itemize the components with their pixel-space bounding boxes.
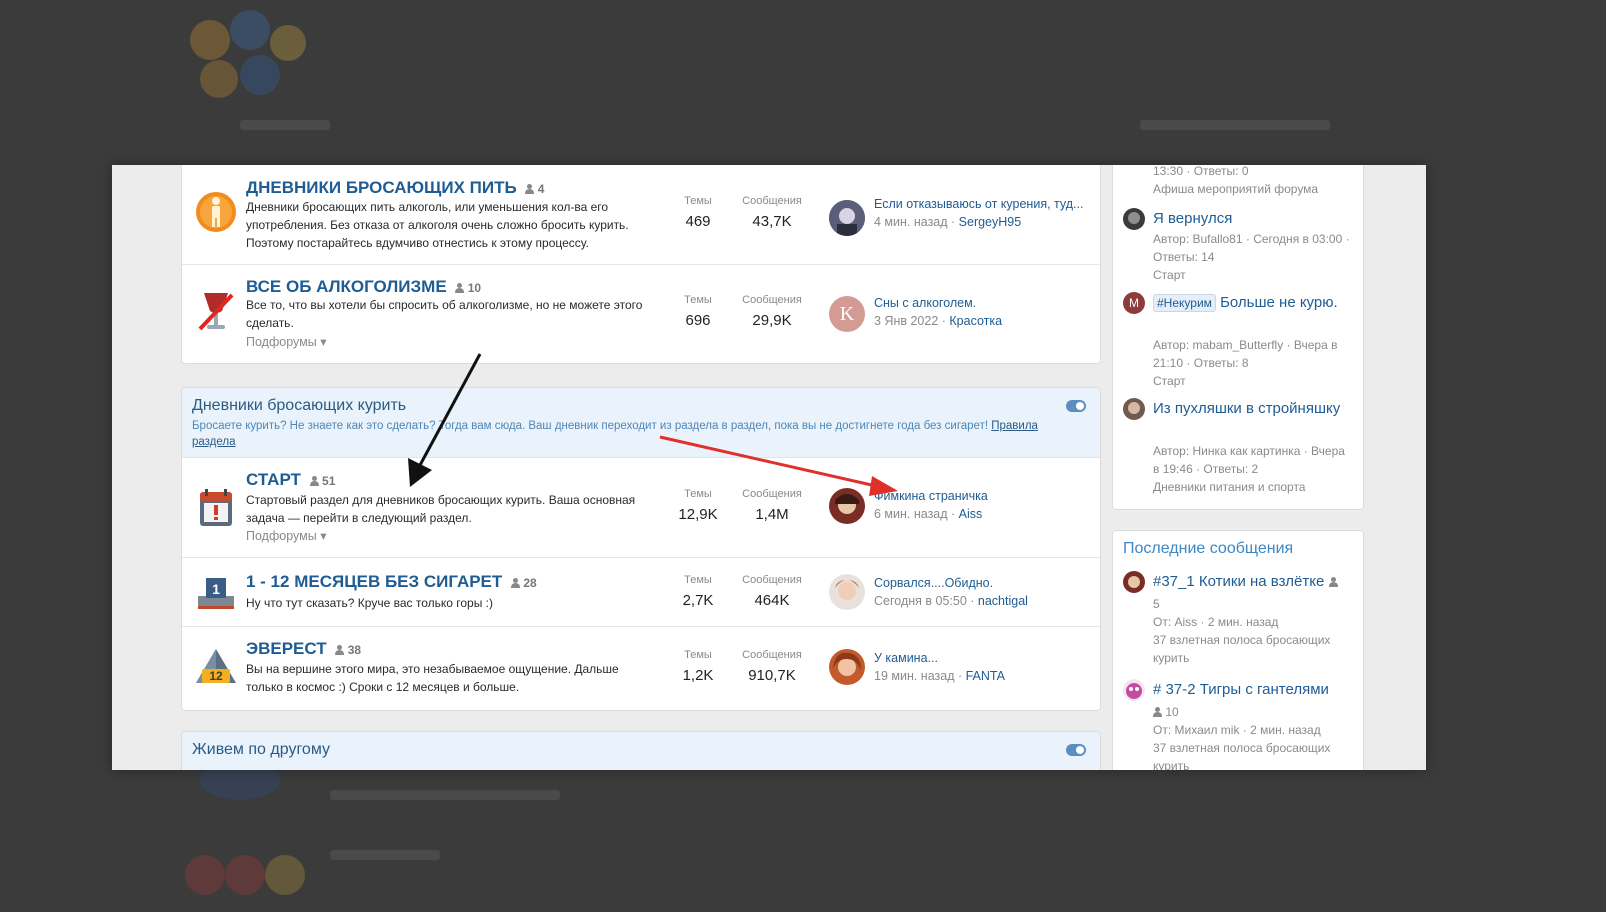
black-arrow-line xyxy=(417,353,482,468)
bg-avatar xyxy=(265,855,305,895)
bg-avatar xyxy=(225,855,265,895)
bg-nav xyxy=(240,120,330,130)
red-arrow-line xyxy=(659,435,877,488)
screenshot-panel: ДНЕВНИКИ БРОСАЮЩИХ ПИТЬ 4 Дневники броса… xyxy=(112,165,1426,770)
bg-logo-dot xyxy=(240,55,280,95)
bg-avatar xyxy=(185,855,225,895)
bg-nav xyxy=(1140,120,1330,130)
bg-line xyxy=(330,790,560,800)
red-arrow-head xyxy=(869,476,898,496)
bg-logo-dot xyxy=(270,25,306,61)
bg-line xyxy=(330,850,440,860)
bg-logo-dot xyxy=(200,60,238,98)
bg-logo-dot xyxy=(230,10,270,50)
bg-logo-dot xyxy=(190,20,230,60)
annotation-overlay xyxy=(408,353,898,496)
